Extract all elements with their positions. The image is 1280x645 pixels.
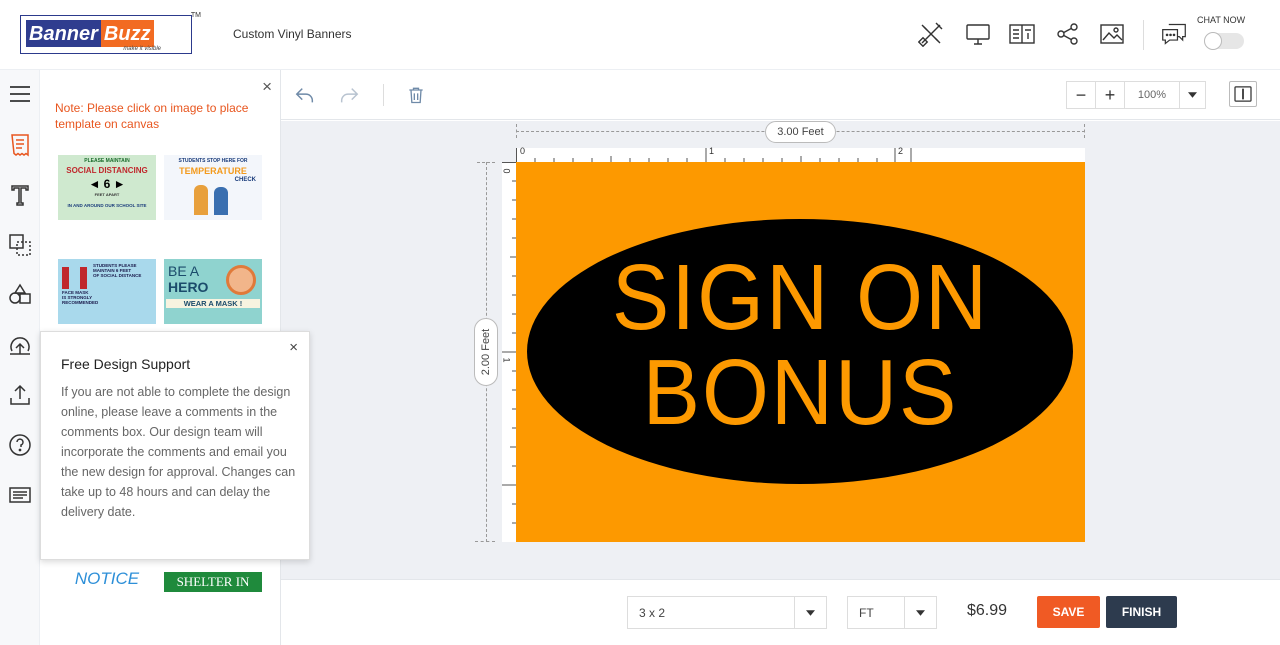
width-dimension-tick (516, 124, 517, 138)
template-text: OF SOCIAL DISTANCE (93, 273, 142, 278)
template-text: ◄ 6 ► (88, 177, 126, 191)
logo-tm: TM (190, 12, 201, 19)
chevron-down-icon (794, 597, 826, 628)
templates-icon[interactable] (6, 131, 34, 159)
design-tools-icon[interactable] (917, 20, 945, 48)
panel-note: Note: Please click on image to place tem… (55, 101, 249, 131)
support-body: If you are not able to complete the desi… (61, 385, 296, 519)
redo-icon[interactable] (337, 83, 361, 107)
ruler-label: 1 (709, 146, 715, 156)
undo-icon[interactable] (293, 83, 317, 107)
ruler-label: 0 (520, 146, 526, 156)
design-tool-app: Banner Buzz make it visible TM Custom Vi… (0, 0, 1280, 645)
chevron-down-icon (904, 597, 936, 628)
width-dimension-label: 3.00 Feet (765, 121, 836, 143)
chat-now-label: CHAT NOW (1197, 15, 1246, 25)
upload-icon[interactable] (6, 381, 34, 409)
template-text: IN AND AROUND OUR SCHOOL SITE (67, 203, 147, 208)
shapes-icon[interactable] (6, 281, 34, 309)
template-text: RECOMMENDED (62, 300, 99, 305)
template-text: CHECK (234, 177, 256, 183)
logo-part1: Banner (26, 20, 101, 47)
save-button[interactable]: SAVE (1037, 596, 1100, 628)
template-text: NOTICE (74, 569, 140, 588)
product-title: Custom Vinyl Banners (233, 27, 352, 41)
template-thumbnail[interactable]: PLEASE MAINTAIN SOCIAL DISTANCING ◄ 6 ► … (58, 155, 156, 220)
bannerbuzz-logo[interactable]: Banner Buzz make it visible TM (20, 12, 201, 54)
preview-icon[interactable] (964, 20, 992, 48)
template-text: STUDENTS STOP HERE FOR (178, 158, 248, 164)
chat-now-toggle[interactable] (1204, 32, 1244, 50)
price: $6.99 (967, 602, 1008, 619)
template-thumbnail[interactable]: STUDENTS STOP HERE FOR TEMPERATURE CHECK (164, 155, 262, 220)
banner-line-2: BONUS (642, 340, 959, 445)
height-dimension-tick (475, 541, 495, 542)
design-canvas[interactable]: SIGN ON BONUS (516, 162, 1085, 542)
template-thumbnail[interactable]: NOTICE (58, 565, 156, 630)
template-thumbnail[interactable]: STUDENTS PLEASE MAINTAIN 6 FEET OF SOCIA… (58, 259, 156, 324)
width-dimension-tick (1084, 124, 1085, 138)
template-thumbnail[interactable]: SHELTER IN (164, 572, 262, 592)
ruler-label: 0 (501, 168, 512, 174)
book-icon[interactable] (1008, 20, 1036, 48)
clipart-icon[interactable] (6, 231, 34, 259)
template-text: TEMPERATURE (179, 166, 247, 176)
panel-toggle-icon[interactable] (1229, 81, 1257, 107)
help-icon[interactable] (6, 431, 34, 459)
unit-value: FT (859, 605, 874, 620)
height-dimension-label: 2.00 Feet (474, 318, 498, 386)
banner-line-1: SIGN ON (611, 245, 990, 350)
toolbar-separator (383, 84, 384, 106)
support-title: Free Design Support (61, 356, 191, 372)
zoom-dropdown-chevron-down-icon[interactable] (1180, 82, 1205, 108)
template-text: FEET APART (94, 192, 120, 197)
size-value: 3 x 2 (639, 605, 666, 620)
panel-close-icon[interactable]: × (262, 78, 272, 95)
template-thumbnail[interactable]: BE A HERO WEAR A MASK ! (164, 259, 262, 324)
bottom-bar: 3 x 2 FT $6.99 SAVE FINISH (281, 579, 1280, 645)
height-dimension-text: 2.00 Feet (480, 328, 493, 376)
zoom-out-button[interactable]: − (1067, 82, 1096, 108)
menu-icon[interactable] (6, 80, 34, 108)
template-text: PLEASE MAINTAIN (84, 158, 130, 164)
finish-button[interactable]: FINISH (1106, 596, 1177, 628)
logo-part2: Buzz (100, 20, 154, 47)
zoom-value[interactable]: 100% (1125, 82, 1180, 108)
ruler-horizontal: 0 1 2 (516, 146, 1085, 162)
toggle-knob (1204, 32, 1222, 50)
template-text: SOCIAL DISTANCING (66, 166, 148, 175)
unit-select[interactable]: FT (847, 596, 937, 629)
chat-icon[interactable] (1160, 20, 1188, 48)
trash-icon[interactable] (404, 83, 428, 107)
text-icon[interactable] (6, 181, 34, 209)
comments-icon[interactable] (6, 481, 34, 509)
canvas-toolbar: − + 100% (281, 70, 1280, 120)
free-design-support-popup: × Free Design Support If you are not abl… (40, 331, 310, 560)
left-rail (0, 70, 40, 645)
support-close-icon[interactable]: × (289, 339, 298, 356)
template-text: WEAR A MASK ! (166, 299, 260, 308)
image-icon[interactable] (1098, 20, 1126, 48)
height-dimension-tick (477, 162, 495, 163)
ruler-vertical: 0 1 (502, 162, 516, 542)
share-icon[interactable] (1054, 20, 1082, 48)
zoom-control: − + 100% (1066, 81, 1206, 109)
ruler-label: 2 (898, 146, 904, 156)
header-divider (1143, 20, 1144, 50)
upload-design-icon[interactable] (6, 331, 34, 359)
banner-headline[interactable]: SIGN ON BONUS (516, 250, 1085, 440)
header: Banner Buzz make it visible TM Custom Vi… (0, 0, 1280, 70)
template-text: SHELTER IN (176, 574, 250, 589)
zoom-in-button[interactable]: + (1096, 82, 1125, 108)
ruler-label: 1 (501, 357, 512, 363)
size-select[interactable]: 3 x 2 (627, 596, 827, 629)
logo-tagline: make it visible (123, 46, 161, 52)
